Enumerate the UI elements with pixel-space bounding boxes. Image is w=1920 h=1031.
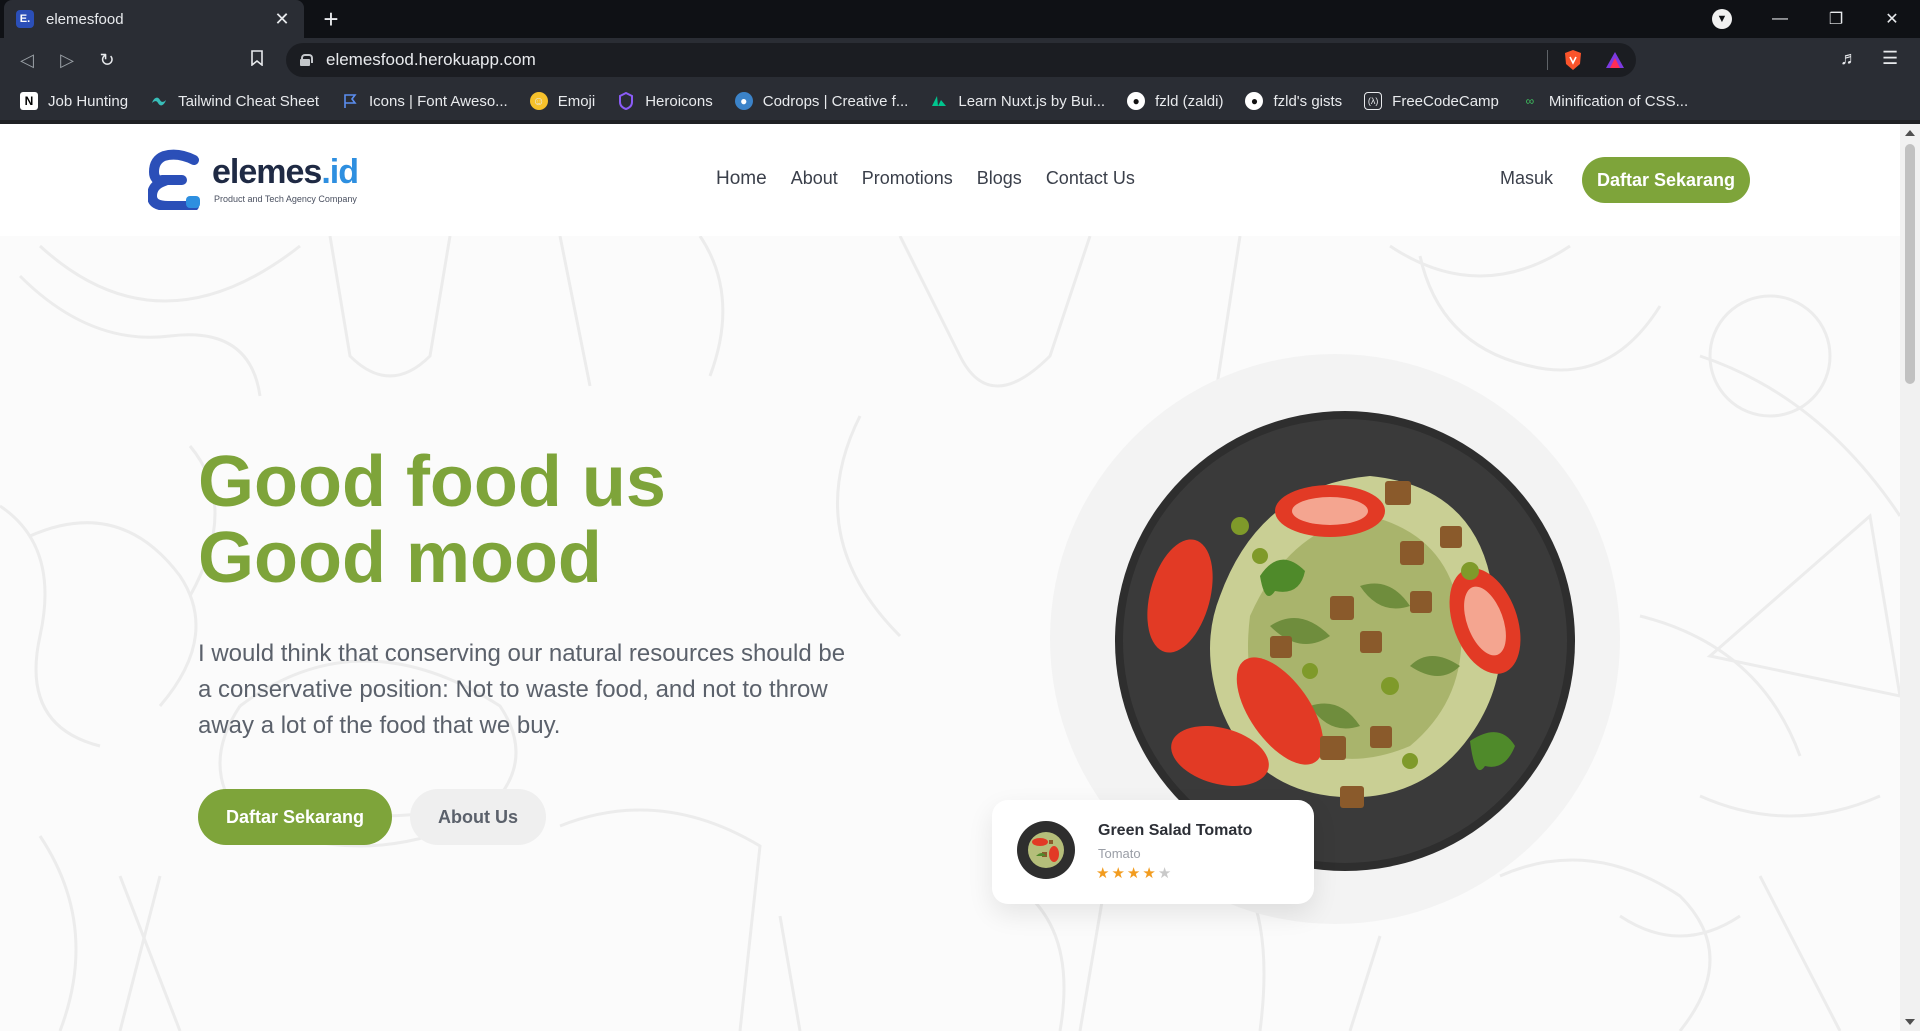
nav-about[interactable]: About: [791, 168, 838, 190]
bookmark-item[interactable]: Tailwind Cheat Sheet: [150, 92, 319, 110]
bookmarks-bar: N Job Hunting Tailwind Cheat Sheet Icons…: [0, 82, 1920, 120]
nav-contact-us[interactable]: Contact Us: [1046, 168, 1135, 190]
bookmark-label: Learn Nuxt.js by Bui...: [958, 92, 1106, 110]
restore-icon[interactable]: ❐: [1808, 0, 1864, 38]
logo-tagline: Product and Tech Agency Company: [214, 194, 357, 204]
login-link[interactable]: Masuk: [1500, 168, 1553, 189]
site-header: elemes.id Product and Tech Agency Compan…: [0, 124, 1900, 236]
bookmark-item[interactable]: ● fzld (zaldi): [1127, 92, 1223, 110]
tailwind-icon: [150, 92, 168, 110]
new-tab-button[interactable]: +: [316, 4, 346, 34]
food-card-subtitle: Tomato: [1098, 846, 1141, 861]
bookmark-label: Emoji: [557, 92, 596, 110]
page-scrollbar[interactable]: [1900, 124, 1920, 1031]
notion-icon: N: [20, 92, 38, 110]
hero-about-button[interactable]: About Us: [410, 789, 546, 845]
food-thumbnail-image: [1017, 821, 1075, 879]
star-filled-icon: ★: [1096, 865, 1110, 882]
close-tab-icon[interactable]: ✕: [272, 9, 292, 30]
browser-toolbar: ◁ ▷ ↻ elemesfood.herokuapp.com ♬ ☰: [0, 38, 1920, 82]
bookmark-label: FreeCodeCamp: [1392, 92, 1499, 110]
register-button[interactable]: Daftar Sekarang: [1582, 157, 1750, 203]
link-icon: ∞: [1525, 94, 1535, 108]
address-bar[interactable]: elemesfood.herokuapp.com: [286, 43, 1636, 77]
url-text[interactable]: elemesfood.herokuapp.com: [326, 50, 1547, 70]
bookmark-label: Tailwind Cheat Sheet: [178, 92, 319, 110]
food-card[interactable]: Green Salad Tomato Tomato ★ ★ ★ ★ ★: [992, 800, 1314, 904]
media-queue-icon[interactable]: ♬: [1840, 48, 1858, 69]
tab-title: elemesfood: [46, 10, 124, 28]
minimize-icon[interactable]: —: [1752, 0, 1808, 38]
scroll-down-icon[interactable]: [1905, 1019, 1915, 1025]
codrops-icon: ●: [734, 92, 753, 110]
brave-rewards-icon[interactable]: [1604, 50, 1626, 70]
bookmark-page-icon[interactable]: [242, 46, 272, 74]
bookmark-item[interactable]: ∞ Minification of CSS...: [1521, 92, 1689, 110]
hero-headline: Good food us Good mood: [198, 444, 666, 596]
close-window-icon[interactable]: ✕: [1864, 0, 1920, 38]
bookmark-label: Job Hunting: [48, 92, 129, 110]
bookmark-item[interactable]: Heroicons: [617, 92, 713, 110]
freecodecamp-icon: (λ): [1364, 92, 1383, 110]
lock-icon: [300, 54, 313, 66]
bookmark-label: Heroicons: [645, 92, 713, 110]
site-logo[interactable]: elemes.id Product and Tech Agency Compan…: [148, 148, 359, 210]
omnibox-divider: [1547, 50, 1548, 70]
nav-home[interactable]: Home: [716, 168, 767, 190]
nav-blogs[interactable]: Blogs: [977, 168, 1022, 190]
forward-icon[interactable]: ▷: [52, 46, 82, 74]
github-icon: ●: [1245, 92, 1264, 110]
bookmark-item[interactable]: Icons | Font Aweso...: [341, 92, 508, 110]
hero-register-button[interactable]: Daftar Sekarang: [198, 789, 392, 845]
back-icon[interactable]: ◁: [12, 46, 42, 74]
star-empty-icon: ★: [1157, 865, 1172, 882]
elemes-logo-icon: [148, 149, 200, 210]
bookmark-item[interactable]: ● fzld's gists: [1245, 92, 1342, 110]
tab-favicon-icon: E.: [16, 10, 34, 28]
hero-headline-line1: Good food us: [198, 442, 666, 522]
page-viewport: elemes.id Product and Tech Agency Compan…: [0, 124, 1900, 1031]
bookmark-item[interactable]: (λ) FreeCodeCamp: [1364, 92, 1499, 110]
browser-menu-icon[interactable]: ☰: [1882, 48, 1898, 69]
brave-shields-icon[interactable]: [1562, 49, 1584, 71]
logo-wordmark: elemes.id: [212, 152, 359, 192]
nav-promotions[interactable]: Promotions: [862, 168, 953, 190]
scroll-up-icon[interactable]: [1905, 130, 1915, 136]
star-filled-icon: ★: [1111, 865, 1125, 882]
main-nav: Home About Promotions Blogs Contact Us: [716, 168, 1159, 190]
bookmark-item[interactable]: Learn Nuxt.js by Bui...: [930, 92, 1105, 110]
tab-bar: E. elemesfood ✕ + ▼ — ❐ ✕: [0, 0, 1920, 38]
food-card-title: Green Salad Tomato: [1098, 822, 1253, 839]
heroicons-icon: [617, 92, 635, 110]
nuxt-icon: [930, 92, 948, 110]
reload-icon[interactable]: ↻: [92, 46, 122, 74]
bookmark-item[interactable]: ● Codrops | Creative f...: [734, 92, 909, 110]
bookmark-item[interactable]: ☺ Emoji: [529, 92, 596, 110]
browser-tab[interactable]: E. elemesfood ✕: [4, 0, 304, 38]
logo-word-main: elemes: [212, 153, 322, 191]
emoji-icon: ☺: [529, 92, 548, 110]
logo-word-suffix: .id: [321, 153, 359, 191]
hero-subtext: I would think that conserving our natura…: [198, 640, 846, 739]
bookmark-label: Icons | Font Aweso...: [368, 92, 508, 110]
profile-menu-icon[interactable]: ▼: [1712, 9, 1732, 29]
bookmark-label: Minification of CSS...: [1548, 92, 1689, 110]
bookmark-item[interactable]: N Job Hunting: [20, 92, 128, 110]
rating-stars: ★ ★ ★ ★ ★: [1096, 866, 1173, 882]
flag-icon: [341, 92, 359, 110]
star-filled-icon: ★: [1142, 865, 1156, 882]
bookmark-label: fzld (zaldi): [1155, 92, 1224, 110]
bookmark-label: Codrops | Creative f...: [762, 92, 909, 110]
bookmark-label: fzld's gists: [1273, 92, 1343, 110]
star-filled-icon: ★: [1126, 865, 1141, 882]
scrollbar-thumb[interactable]: [1905, 144, 1915, 384]
hero-headline-line2: Good mood: [198, 518, 602, 598]
github-icon: ●: [1127, 92, 1146, 110]
